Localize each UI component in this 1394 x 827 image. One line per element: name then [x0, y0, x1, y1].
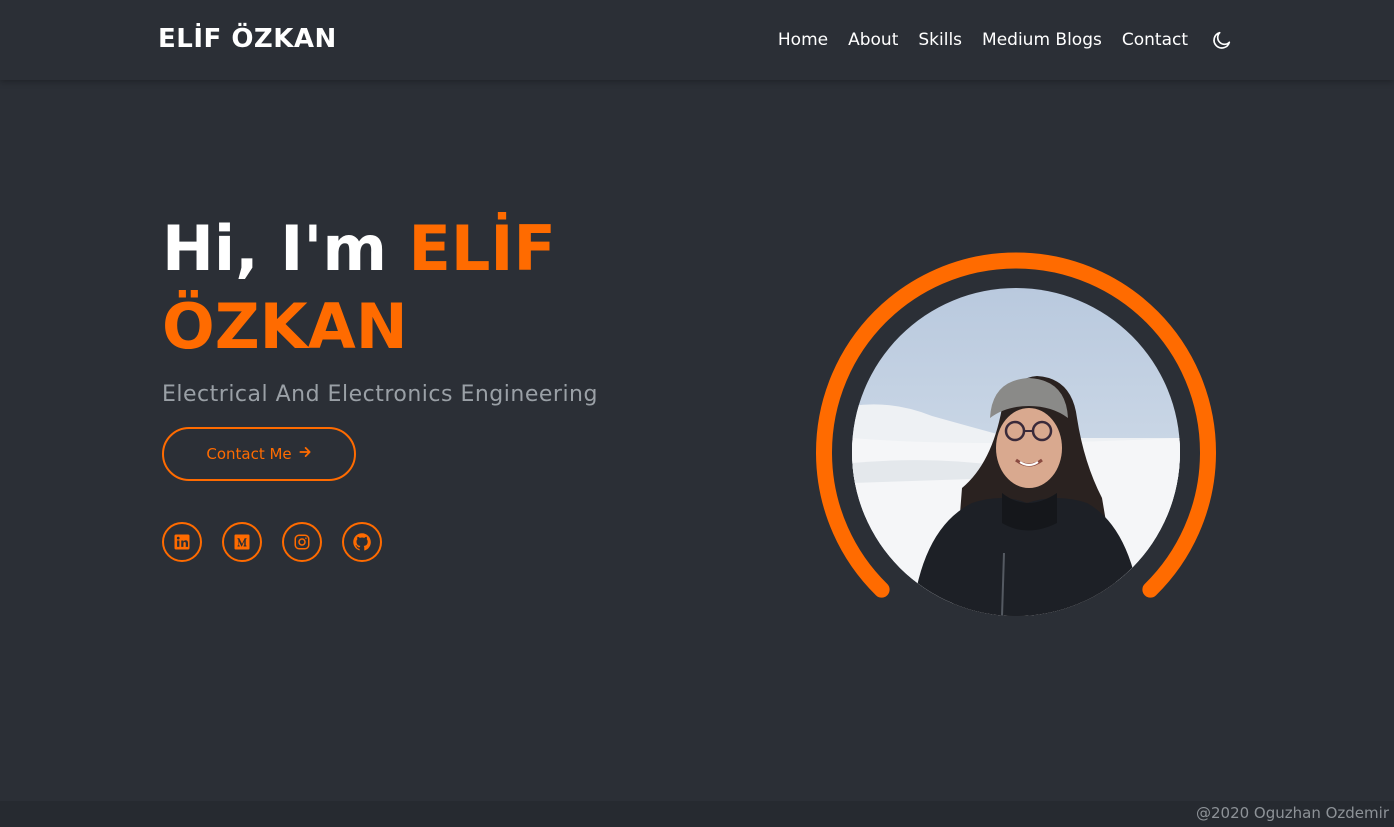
medium-icon[interactable]: [222, 522, 262, 562]
nav-link-home[interactable]: Home: [778, 30, 828, 50]
navbar: ELİF ÖZKAN Home About Skills Medium Blog…: [0, 0, 1394, 80]
brand-logo[interactable]: ELİF ÖZKAN: [158, 24, 337, 54]
profile-photo: [852, 288, 1180, 616]
arrow-right-icon: [298, 445, 312, 463]
contact-me-label: Contact Me: [206, 445, 292, 463]
footer-copyright: @2020 Oguzhan Ozdemir: [1195, 804, 1389, 822]
profile-avatar-area: [816, 252, 1216, 652]
linkedin-icon[interactable]: [162, 522, 202, 562]
hero-intro: Hi, I'm ELİF ÖZKAN Electrical And Electr…: [162, 210, 722, 562]
hero-title: Hi, I'm ELİF ÖZKAN: [162, 210, 722, 366]
nav-link-about[interactable]: About: [848, 30, 898, 50]
contact-me-button[interactable]: Contact Me: [162, 427, 356, 481]
hero-subtitle: Electrical And Electronics Engineering: [162, 382, 598, 407]
nav-link-contact[interactable]: Contact: [1122, 30, 1188, 50]
hero-greeting: Hi, I'm: [162, 212, 409, 285]
nav-link-skills[interactable]: Skills: [918, 30, 962, 50]
moon-icon[interactable]: [1210, 28, 1234, 52]
nav-links: Home About Skills Medium Blogs Contact: [778, 0, 1234, 80]
github-icon[interactable]: [342, 522, 382, 562]
footer: @2020 Oguzhan Ozdemir: [0, 801, 1394, 827]
instagram-icon[interactable]: [282, 522, 322, 562]
nav-link-medium-blogs[interactable]: Medium Blogs: [982, 30, 1102, 50]
social-links: [162, 522, 382, 562]
